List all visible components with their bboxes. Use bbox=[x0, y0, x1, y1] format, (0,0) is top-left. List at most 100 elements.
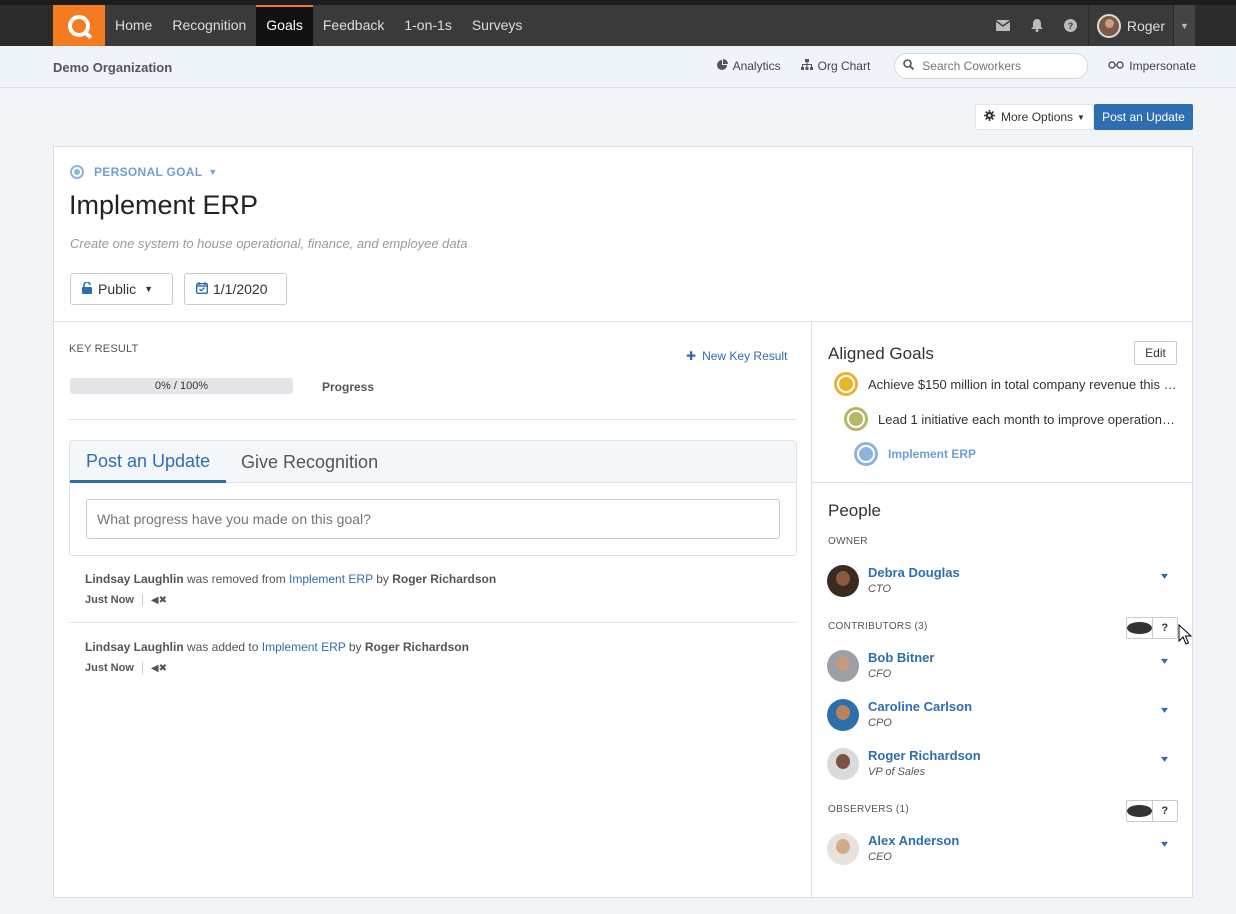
feed-goal-link[interactable]: Implement ERP bbox=[262, 640, 346, 654]
update-input[interactable] bbox=[86, 499, 780, 539]
help-icon[interactable]: ? bbox=[1054, 5, 1088, 46]
impersonate-label: Impersonate bbox=[1129, 59, 1196, 73]
feed-by: by bbox=[372, 572, 393, 586]
envelope-icon[interactable] bbox=[986, 5, 1020, 46]
progress-bar[interactable]: 0% / 100% bbox=[70, 378, 293, 394]
contributor-person: Caroline Carlson CPO ▾ bbox=[827, 699, 1177, 733]
caret-down-icon: ▼ bbox=[208, 167, 218, 177]
aligned-goal-text: Lead 1 initiative each month to improve … bbox=[878, 411, 1179, 427]
mute-icon[interactable]: ◀✖ bbox=[151, 595, 167, 606]
person-name[interactable]: Alex Anderson bbox=[868, 833, 959, 848]
target-icon bbox=[844, 407, 868, 431]
bell-icon[interactable] bbox=[1020, 5, 1054, 46]
user-name: Roger bbox=[1126, 17, 1165, 34]
user-menu[interactable]: Roger bbox=[1087, 5, 1173, 46]
update-composer: Post an Update Give Recognition bbox=[69, 440, 797, 556]
person-name[interactable]: Bob Bitner bbox=[868, 650, 934, 665]
plus-circle-icon: + bbox=[1127, 805, 1152, 817]
sitemap-icon bbox=[800, 59, 813, 73]
feed-actor[interactable]: Roger Richardson bbox=[365, 640, 469, 654]
observer-person: Alex Anderson CEO ▾ bbox=[827, 833, 1177, 867]
org-chart-link[interactable]: Org Chart bbox=[800, 59, 870, 73]
visibility-label: Public bbox=[98, 281, 137, 297]
people-title: People bbox=[828, 501, 881, 520]
person-name[interactable]: Roger Richardson bbox=[868, 748, 981, 763]
post-update-button[interactable]: Post an Update bbox=[1094, 104, 1193, 130]
chevron-down-icon[interactable]: ▼ bbox=[1173, 5, 1195, 46]
avatar bbox=[827, 565, 859, 597]
nav-feedback[interactable]: Feedback bbox=[313, 5, 394, 46]
person-name[interactable]: Caroline Carlson bbox=[868, 699, 972, 714]
tab-post-update[interactable]: Post an Update bbox=[70, 441, 227, 483]
nav-recognition[interactable]: Recognition bbox=[162, 5, 256, 46]
pie-chart-icon bbox=[716, 59, 728, 73]
observers-label: OBSERVERS (1) bbox=[828, 804, 909, 815]
analytics-link[interactable]: Analytics bbox=[716, 59, 781, 73]
contributors-help-button[interactable]: ? bbox=[1151, 618, 1178, 638]
avatar bbox=[827, 650, 859, 682]
contributor-person: Bob Bitner CFO ▾ bbox=[827, 650, 1177, 684]
more-options-button[interactable]: More Options ▼ bbox=[975, 104, 1094, 130]
feed-actor[interactable]: Roger Richardson bbox=[392, 572, 496, 586]
mute-icon[interactable]: ◀✖ bbox=[151, 663, 167, 674]
search-icon bbox=[903, 59, 915, 73]
feed-goal-link[interactable]: Implement ERP bbox=[289, 572, 373, 586]
goal-type-dropdown[interactable]: PERSONAL GOAL ▼ bbox=[70, 165, 218, 179]
chevron-down-icon[interactable]: ▾ bbox=[1161, 571, 1168, 582]
feed-by: by bbox=[345, 640, 365, 654]
nav-goals[interactable]: Goals bbox=[256, 5, 313, 46]
aligned-goal-text: Implement ERP bbox=[888, 447, 977, 461]
target-icon bbox=[834, 372, 858, 396]
logo-icon bbox=[68, 14, 90, 37]
edit-aligned-goals-button[interactable]: Edit bbox=[1134, 341, 1177, 365]
sub-links: Analytics Org Chart Impersonate bbox=[697, 53, 1196, 79]
aligned-goal-item[interactable]: Achieve $150 million in total company re… bbox=[834, 372, 1179, 396]
chevron-down-icon[interactable]: ▾ bbox=[1161, 705, 1168, 716]
feed-subject[interactable]: Lindsay Laughlin bbox=[85, 640, 184, 654]
nav-one-on-ones[interactable]: 1-on-1s bbox=[394, 5, 461, 46]
chevron-down-icon[interactable]: ▾ bbox=[1161, 754, 1168, 765]
due-date-button[interactable]: 1/1/2020 bbox=[184, 273, 287, 305]
goal-type-label: PERSONAL GOAL bbox=[94, 165, 203, 179]
feed-meta: Just Now ◀✖ bbox=[85, 662, 785, 674]
top-nav: Home Recognition Goals Feedback 1-on-1s … bbox=[0, 0, 1236, 46]
person-title: CFO bbox=[868, 668, 892, 680]
divider bbox=[69, 419, 797, 420]
nav-home[interactable]: Home bbox=[105, 5, 162, 46]
tab-give-recognition[interactable]: Give Recognition bbox=[225, 441, 394, 483]
caret-down-icon: ▼ bbox=[144, 284, 154, 294]
avatar bbox=[827, 833, 859, 865]
person-title: VP of Sales bbox=[868, 766, 926, 778]
feed-text: Lindsay Laughlin was added to Implement … bbox=[85, 640, 785, 654]
add-observer-button[interactable]: + bbox=[1127, 801, 1152, 821]
search-coworkers-input[interactable] bbox=[922, 59, 1073, 73]
impersonate-link[interactable]: Impersonate bbox=[1108, 59, 1196, 73]
goal-card: PERSONAL GOAL ▼ Implement ERP Create one… bbox=[53, 146, 1193, 898]
unlock-icon bbox=[82, 280, 92, 297]
org-name: Demo Organization bbox=[53, 60, 173, 75]
contributors-actions: + ? bbox=[1126, 617, 1178, 639]
list-item: Lindsay Laughlin was removed from Implem… bbox=[85, 572, 785, 606]
visibility-dropdown[interactable]: Public ▼ bbox=[70, 273, 173, 305]
gear-icon bbox=[984, 110, 996, 124]
feed-time: Just Now bbox=[85, 662, 134, 674]
progress-label: Progress bbox=[322, 380, 375, 394]
feed-subject[interactable]: Lindsay Laughlin bbox=[85, 572, 184, 586]
feed-verb: was added to bbox=[183, 640, 262, 654]
new-key-result-button[interactable]: ✚ New Key Result bbox=[686, 349, 787, 363]
chevron-down-icon[interactable]: ▾ bbox=[1161, 656, 1168, 667]
nav-surveys[interactable]: Surveys bbox=[462, 5, 533, 46]
feed-meta: Just Now ◀✖ bbox=[85, 594, 785, 606]
logo[interactable] bbox=[53, 5, 105, 46]
new-key-result-label: New Key Result bbox=[702, 349, 788, 363]
add-contributor-button[interactable]: + bbox=[1127, 618, 1152, 638]
more-options-label: More Options bbox=[1001, 110, 1074, 124]
contributors-label: CONTRIBUTORS (3) bbox=[828, 621, 928, 632]
chevron-down-icon[interactable]: ▾ bbox=[1161, 839, 1168, 850]
aligned-goal-item-current[interactable]: Implement ERP bbox=[854, 442, 1179, 466]
aligned-goal-item[interactable]: Lead 1 initiative each month to improve … bbox=[844, 407, 1179, 431]
person-name[interactable]: Debra Douglas bbox=[868, 565, 960, 580]
divider bbox=[141, 662, 143, 674]
feed-verb: was removed from bbox=[183, 572, 290, 586]
observers-help-button[interactable]: ? bbox=[1151, 801, 1178, 821]
